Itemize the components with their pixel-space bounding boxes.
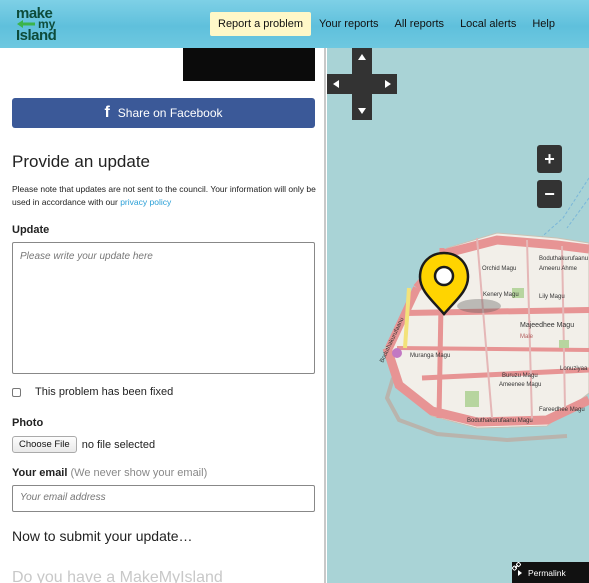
main-nav: Report a problem Your reports All report… [210,12,563,36]
fixed-checkbox[interactable] [12,387,21,397]
logo-text-island: Island [16,27,57,44]
permalink-button[interactable]: Permalink [512,562,589,583]
share-facebook-button[interactable]: f Share on Facebook [12,98,315,128]
report-panel: f Share on Facebook Provide an update Pl… [0,48,326,583]
svg-text:Lonuziyaa: Lonuziyaa [560,366,588,372]
nav-help[interactable]: Help [524,12,563,36]
svg-text:Boduthakurufaanu Magu: Boduthakurufaanu Magu [467,418,533,424]
svg-text:Lily Magu: Lily Magu [539,294,565,300]
svg-text:Buruzu Magu: Buruzu Magu [502,373,538,379]
submit-heading: Now to submit your update… [12,528,193,544]
email-input[interactable]: Your email address [12,485,315,512]
site-header: make my Island Report a problem Your rep… [0,0,589,48]
svg-text:Orchid Magu: Orchid Magu [482,266,516,272]
permalink-label: Permalink [528,567,566,578]
svg-text:Muranga Magu: Muranga Magu [410,353,450,359]
update-textarea[interactable]: Please write your update here [12,242,315,374]
email-label-text: Your email [12,467,68,479]
update-note: Please note that updates are not sent to… [12,183,317,209]
file-status: no file selected [81,438,156,451]
update-label: Update [12,224,50,236]
svg-text:Boduthakurufaanu: Boduthakurufaanu [539,256,588,262]
report-photo[interactable] [183,48,315,81]
nav-report-problem[interactable]: Report a problem [210,12,311,36]
svg-text:Fareedhee Magu: Fareedhee Magu [539,407,585,413]
photo-label: Photo [12,417,44,429]
svg-text:Ameeru Ahme: Ameeru Ahme [539,266,578,272]
share-facebook-label: Share on Facebook [117,106,223,120]
privacy-policy-link[interactable]: privacy policy [120,197,171,207]
svg-text:Majeedhee Magu: Majeedhee Magu [520,322,574,329]
nav-your-reports[interactable]: Your reports [311,12,387,36]
nav-local-alerts[interactable]: Local alerts [452,12,524,36]
svg-text:Kenery Magu: Kenery Magu [483,292,519,298]
zoom-in-button[interactable]: + [537,145,562,173]
svg-text:Ameenee Magu: Ameenee Magu [499,382,541,388]
email-hint: (We never show your email) [70,467,208,479]
site-logo[interactable]: make my Island [14,5,62,45]
choose-file-button[interactable]: Choose File [12,436,77,453]
nav-all-reports[interactable]: All reports [387,12,453,36]
update-heading: Provide an update [12,152,150,171]
fixed-checkbox-label[interactable]: This problem has been fixed [35,386,173,398]
photo-file-input: Choose File no file selected [12,436,155,453]
svg-text:Male: Male [520,334,534,340]
fixed-checkbox-row: This problem has been fixed [12,386,173,398]
facebook-icon: f [104,104,110,121]
email-placeholder: Your email address [20,492,106,503]
map-view[interactable]: Boduthakurufaanu Ameeru Ahme Orchid Magu… [327,48,589,583]
zoom-out-button[interactable]: − [537,180,562,208]
update-placeholder: Please write your update here [20,251,153,262]
map-pan-control[interactable] [327,48,397,120]
email-label: Your email (We never show your email) [12,467,207,479]
link-icon [512,562,521,571]
map-canvas: Boduthakurufaanu Ameeru Ahme Orchid Magu… [379,177,589,443]
account-question: Do you have a MakeMyIsland [12,569,223,583]
